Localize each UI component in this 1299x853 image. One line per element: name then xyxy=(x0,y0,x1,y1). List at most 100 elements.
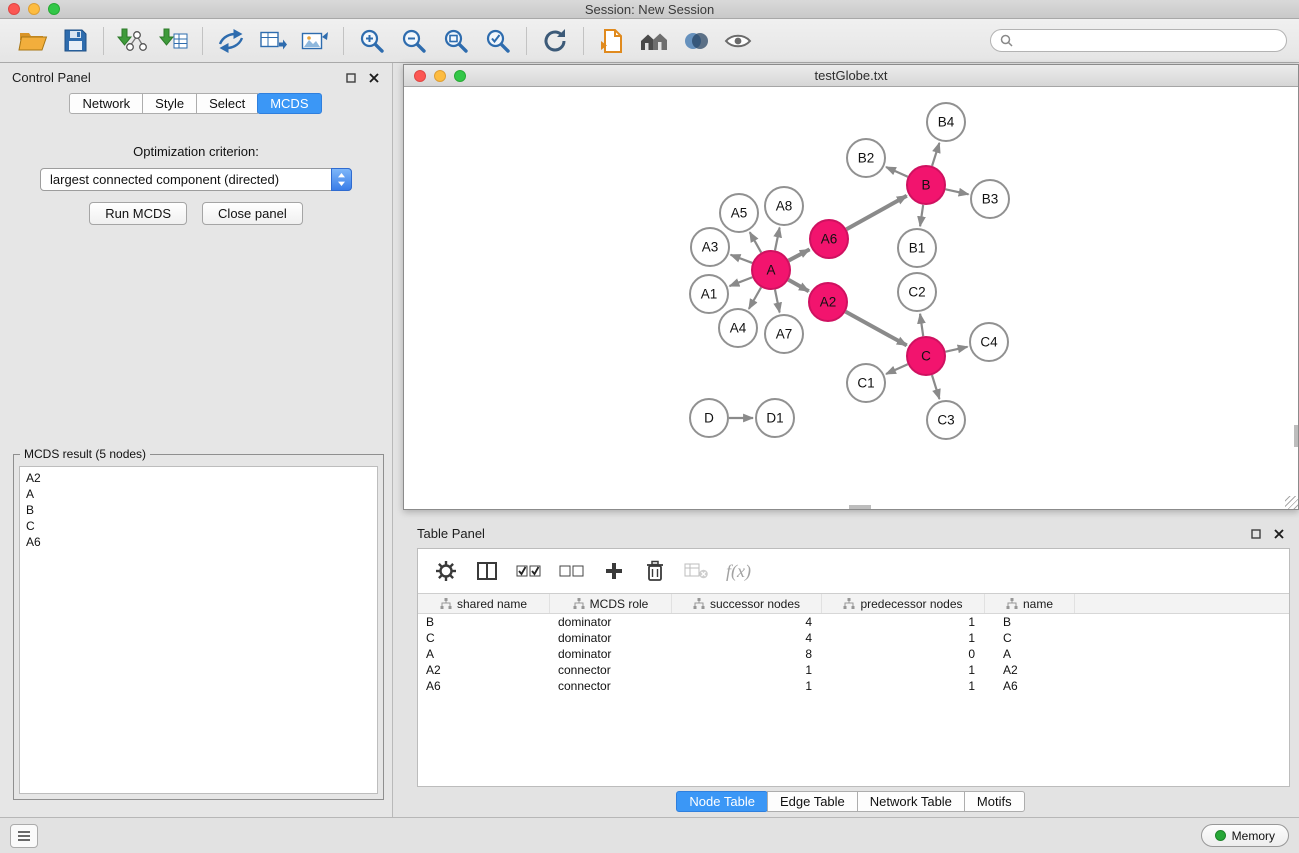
table-cell[interactable]: 4 xyxy=(672,631,822,645)
horizontal-scrollbar-thumb[interactable] xyxy=(849,505,871,509)
network-close-button[interactable] xyxy=(414,70,426,82)
table-cell[interactable]: 1 xyxy=(822,679,985,693)
edge-A-A7[interactable] xyxy=(775,290,780,313)
zoom-in-button[interactable] xyxy=(351,22,393,60)
network-zoom-button[interactable] xyxy=(454,70,466,82)
edge-A-A1[interactable] xyxy=(730,277,753,286)
edge-C-C4[interactable] xyxy=(946,347,968,352)
open-session-button[interactable] xyxy=(12,22,54,60)
search-input[interactable] xyxy=(1019,34,1277,48)
edge-A-A8[interactable] xyxy=(775,228,780,251)
node-B4[interactable]: B4 xyxy=(927,103,965,141)
node-C4[interactable]: C4 xyxy=(970,323,1008,361)
zoom-window-button[interactable] xyxy=(48,3,60,15)
save-session-button[interactable] xyxy=(54,22,96,60)
edge-C-C3[interactable] xyxy=(932,375,939,399)
column-header-shared-name[interactable]: shared name xyxy=(418,594,550,613)
network-window-titlebar[interactable]: testGlobe.txt xyxy=(404,65,1298,87)
table-cell[interactable]: B xyxy=(418,615,550,629)
table-cell[interactable]: connector xyxy=(550,679,672,693)
zoom-out-button[interactable] xyxy=(393,22,435,60)
node-A8[interactable]: A8 xyxy=(765,187,803,225)
node-B3[interactable]: B3 xyxy=(971,180,1009,218)
edge-C-C1[interactable] xyxy=(886,364,908,374)
table-cell[interactable]: 0 xyxy=(822,647,985,661)
close-table-panel-button[interactable] xyxy=(1273,528,1285,540)
edge-A-A5[interactable] xyxy=(750,232,761,252)
edge-A6-B[interactable] xyxy=(846,196,906,230)
table-cell[interactable]: 1 xyxy=(822,663,985,677)
mcds-result-list[interactable]: A2ABCA6 xyxy=(19,466,378,794)
tab-motifs[interactable]: Motifs xyxy=(964,791,1025,812)
node-C[interactable]: C xyxy=(907,337,945,375)
table-row[interactable]: A2connector11A2 xyxy=(418,662,1289,678)
table-cell[interactable]: C xyxy=(418,631,550,645)
table-cell[interactable]: 1 xyxy=(672,663,822,677)
table-cell[interactable]: 8 xyxy=(672,647,822,661)
node-A3[interactable]: A3 xyxy=(691,228,729,266)
float-table-panel-button[interactable] xyxy=(1250,528,1262,540)
edge-C-C2[interactable] xyxy=(920,314,923,336)
tab-network[interactable]: Network xyxy=(69,93,143,114)
tab-network-table[interactable]: Network Table xyxy=(857,791,965,812)
select-all-button[interactable] xyxy=(516,556,542,586)
edge-B-B1[interactable] xyxy=(920,205,923,226)
node-A4[interactable]: A4 xyxy=(719,309,757,347)
export-image-button[interactable] xyxy=(294,22,336,60)
node-B2[interactable]: B2 xyxy=(847,139,885,177)
column-header-MCDS-role[interactable]: MCDS role xyxy=(550,594,672,613)
table-cell[interactable]: dominator xyxy=(550,631,672,645)
table-cell[interactable]: dominator xyxy=(550,615,672,629)
edge-A-A2[interactable] xyxy=(788,280,808,291)
table-cell[interactable]: A6 xyxy=(418,679,550,693)
add-column-button[interactable] xyxy=(602,556,626,586)
zoom-fit-button[interactable] xyxy=(435,22,477,60)
tab-edge-table[interactable]: Edge Table xyxy=(767,791,858,812)
edge-A-A4[interactable] xyxy=(749,287,761,308)
mcds-result-item[interactable]: C xyxy=(26,518,371,534)
edge-A2-C[interactable] xyxy=(846,312,907,346)
open-document-button[interactable] xyxy=(591,22,633,60)
table-cell[interactable]: C xyxy=(985,631,1075,645)
mcds-result-item[interactable]: A xyxy=(26,486,371,502)
edge-B-B4[interactable] xyxy=(932,143,939,166)
table-cell[interactable]: A2 xyxy=(985,663,1075,677)
node-C2[interactable]: C2 xyxy=(898,273,936,311)
close-panel-button[interactable] xyxy=(368,72,380,84)
zoom-selected-button[interactable] xyxy=(477,22,519,60)
optimization-criterion-dropdown[interactable]: largest connected component (directed) xyxy=(40,168,352,191)
minimize-window-button[interactable] xyxy=(28,3,40,15)
node-A6[interactable]: A6 xyxy=(810,220,848,258)
table-row[interactable]: Adominator80A xyxy=(418,646,1289,662)
table-row[interactable]: Bdominator41B xyxy=(418,614,1289,630)
table-cell[interactable]: 1 xyxy=(672,679,822,693)
table-cell[interactable]: A2 xyxy=(418,663,550,677)
table-row[interactable]: Cdominator41C xyxy=(418,630,1289,646)
edge-A-A6[interactable] xyxy=(789,249,810,260)
table-cell[interactable]: A xyxy=(418,647,550,661)
table-cell[interactable]: B xyxy=(985,615,1075,629)
mcds-result-item[interactable]: A6 xyxy=(26,534,371,550)
node-A[interactable]: A xyxy=(752,251,790,289)
table-row[interactable]: A6connector11A6 xyxy=(418,678,1289,694)
mcds-result-item[interactable]: B xyxy=(26,502,371,518)
node-A2[interactable]: A2 xyxy=(809,283,847,321)
panel-menu-button[interactable] xyxy=(10,824,38,848)
close-window-button[interactable] xyxy=(8,3,20,15)
new-network-table-button[interactable] xyxy=(252,22,294,60)
table-cell[interactable]: 4 xyxy=(672,615,822,629)
memory-button[interactable]: Memory xyxy=(1201,824,1289,847)
close-panel-push-button[interactable]: Close panel xyxy=(202,202,303,225)
node-B1[interactable]: B1 xyxy=(898,229,936,267)
mcds-result-item[interactable]: A2 xyxy=(26,470,371,486)
node-A1[interactable]: A1 xyxy=(690,275,728,313)
tab-node-table[interactable]: Node Table xyxy=(676,791,768,812)
node-C3[interactable]: C3 xyxy=(927,401,965,439)
table-cell[interactable]: 1 xyxy=(822,615,985,629)
node-D1[interactable]: D1 xyxy=(756,399,794,437)
column-header-name[interactable]: name xyxy=(985,594,1075,613)
table-settings-button[interactable] xyxy=(434,556,458,586)
vertical-scrollbar-thumb[interactable] xyxy=(1294,425,1298,447)
network-graph[interactable]: AA1A2A3A4A5A6A7A8BB1B2B3B4CC1C2C3C4DD1 xyxy=(404,87,1298,509)
table-cell[interactable]: connector xyxy=(550,663,672,677)
